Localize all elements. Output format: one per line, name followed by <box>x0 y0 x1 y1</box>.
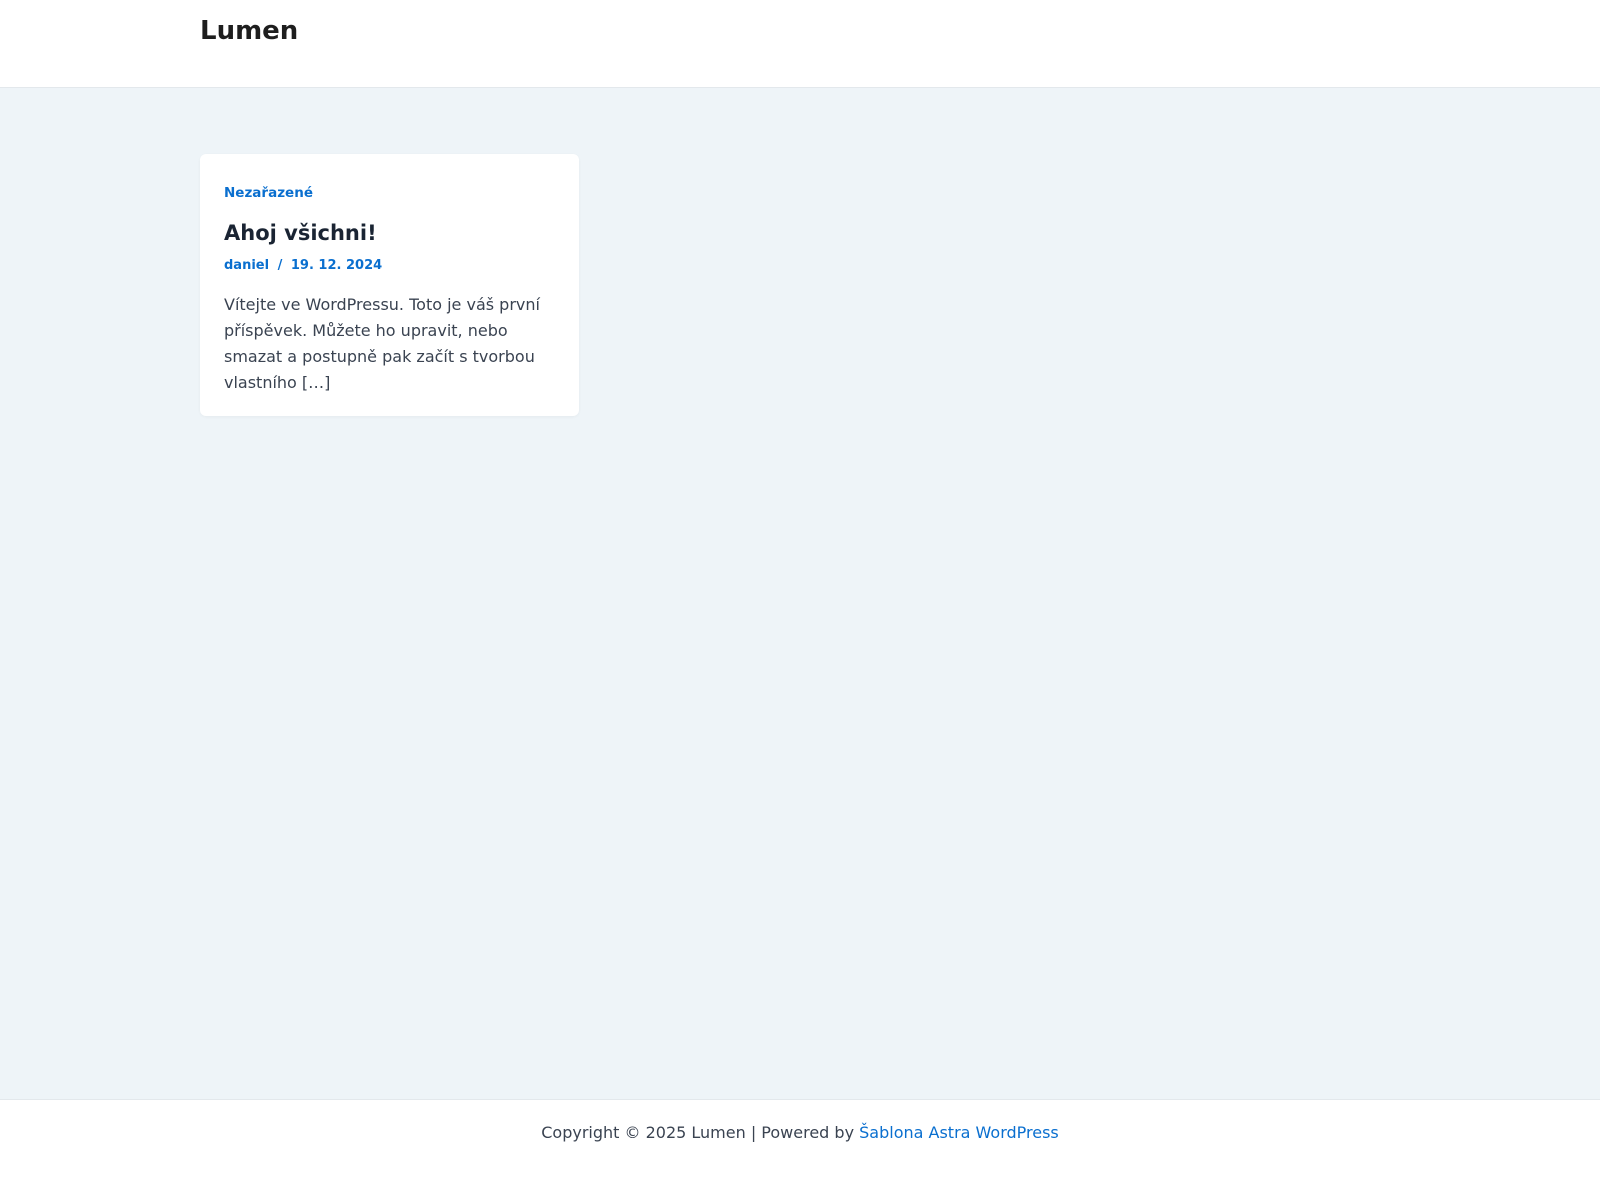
post-excerpt: Vítejte ve WordPressu. Toto je váš první… <box>224 295 540 392</box>
post-date-link[interactable]: 19. 12. 2024 <box>291 258 382 273</box>
copyright-text: Copyright © 2025 Lumen | Powered by <box>541 1123 855 1142</box>
site-title[interactable]: Lumen <box>200 14 298 48</box>
post-title-link[interactable]: Ahoj všichni! <box>224 219 555 247</box>
main-content: Nezařazené Ahoj všichni! daniel / 19. 12… <box>0 88 1600 1100</box>
theme-link[interactable]: Šablona Astra WordPress <box>859 1123 1059 1142</box>
post-card: Nezařazené Ahoj všichni! daniel / 19. 12… <box>200 154 579 416</box>
post-category-link[interactable]: Nezařazené <box>224 184 313 202</box>
post-meta: daniel / 19. 12. 2024 <box>224 257 555 275</box>
post-author-link[interactable]: daniel <box>224 258 269 273</box>
site-footer: Copyright © 2025 Lumen | Powered by Šabl… <box>0 1099 1600 1200</box>
site-header: Lumen <box>0 0 1600 88</box>
footer-copyright: Copyright © 2025 Lumen | Powered by Šabl… <box>0 1122 1600 1144</box>
meta-separator: / <box>277 258 283 273</box>
